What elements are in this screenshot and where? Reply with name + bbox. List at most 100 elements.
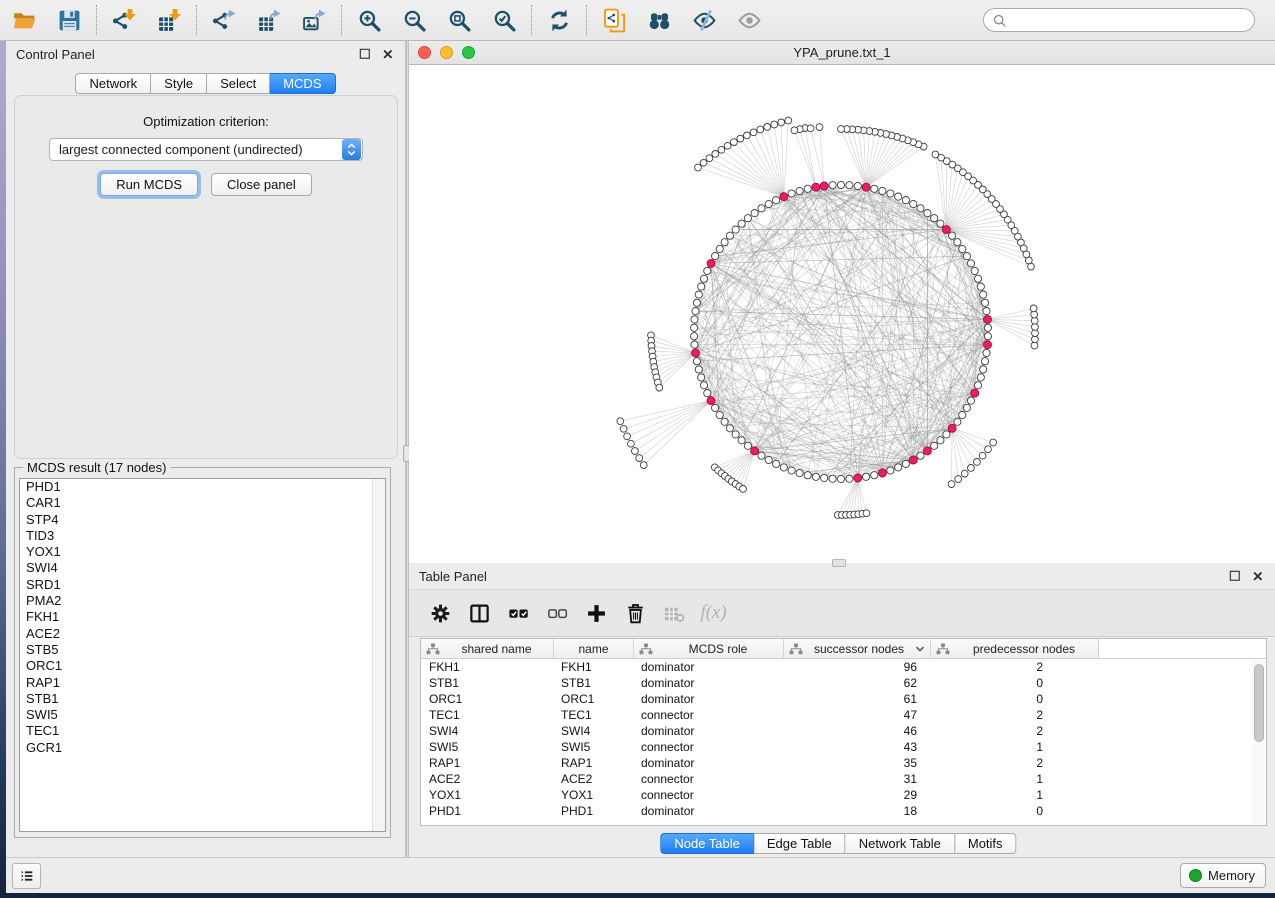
table-row[interactable]: PHD1PHD1dominator180 — [421, 803, 1266, 819]
float-table-panel-icon[interactable] — [1228, 569, 1242, 583]
network-node[interactable] — [636, 455, 643, 462]
network-node[interactable] — [716, 411, 723, 418]
network-node[interactable] — [954, 418, 961, 425]
network-node[interactable] — [712, 404, 719, 411]
mcds-node-item[interactable]: YOX1 — [20, 544, 385, 560]
network-node[interactable] — [740, 486, 747, 493]
memory-button[interactable]: Memory — [1180, 863, 1266, 888]
network-node[interactable] — [640, 462, 647, 469]
tab-node-table[interactable]: Node Table — [660, 833, 754, 854]
column-header-successor-nodes[interactable]: successor nodes — [784, 639, 931, 659]
float-panel-icon[interactable] — [358, 47, 372, 61]
table-cell[interactable]: 0 — [931, 692, 1099, 706]
network-node[interactable] — [704, 390, 711, 397]
table-cell[interactable]: 2 — [931, 708, 1099, 722]
table-cell[interactable]: connector — [634, 788, 784, 802]
mcds-node-item[interactable]: ORC1 — [20, 658, 385, 674]
zoom-window-icon[interactable] — [462, 46, 475, 59]
table-cell[interactable]: PHD1 — [421, 804, 554, 818]
table-cell[interactable]: 1 — [931, 788, 1099, 802]
table-cell[interactable]: ORC1 — [554, 692, 634, 706]
column-header-predecessor-nodes[interactable]: predecessor nodes — [931, 639, 1099, 659]
export-image-button[interactable] — [300, 6, 328, 34]
network-node[interactable] — [902, 197, 909, 204]
network-node[interactable] — [807, 125, 814, 132]
mcds-node-item[interactable]: SWI4 — [20, 560, 385, 576]
add-column-button[interactable] — [584, 601, 609, 626]
network-node[interactable] — [983, 308, 990, 315]
table-cell[interactable]: 0 — [931, 676, 1099, 690]
network-node[interactable] — [698, 283, 705, 290]
network-node[interactable] — [949, 232, 956, 239]
network-node[interactable] — [974, 459, 981, 466]
network-node[interactable] — [1030, 305, 1037, 312]
open-folder-button[interactable] — [10, 6, 38, 34]
close-window-icon[interactable] — [418, 46, 431, 59]
mcds-node[interactable] — [751, 447, 759, 455]
network-node[interactable] — [796, 469, 803, 476]
network-node[interactable] — [932, 151, 939, 158]
mcds-node-item[interactable]: FKH1 — [20, 609, 385, 625]
network-node[interactable] — [804, 185, 811, 192]
network-node[interactable] — [744, 442, 751, 449]
table-cell[interactable]: connector — [634, 772, 784, 786]
mcds-node-item[interactable]: SRD1 — [20, 577, 385, 593]
mcds-node[interactable] — [820, 182, 828, 190]
table-cell[interactable]: 31 — [784, 772, 931, 786]
network-node[interactable] — [924, 210, 931, 217]
mcds-node[interactable] — [707, 259, 715, 267]
close-panel-icon[interactable] — [381, 47, 395, 61]
hide-eye-button[interactable] — [690, 6, 718, 34]
network-canvas[interactable] — [409, 65, 1275, 562]
network-node[interactable] — [846, 182, 853, 189]
network-node[interactable] — [887, 467, 894, 474]
table-cell[interactable]: SWI4 — [421, 724, 554, 738]
mcds-node[interactable] — [984, 315, 992, 323]
table-cell[interactable]: 2 — [931, 660, 1099, 674]
table-cell[interactable]: 1 — [931, 772, 1099, 786]
network-graph[interactable] — [409, 65, 1275, 562]
network-node[interactable] — [937, 437, 944, 444]
network-node[interactable] — [632, 448, 639, 455]
mcds-list-scrollbar[interactable] — [372, 479, 385, 831]
network-node[interactable] — [879, 187, 886, 194]
delete-table-button[interactable] — [662, 601, 687, 626]
table-cell[interactable]: dominator — [634, 676, 784, 690]
binoculars-button[interactable] — [645, 6, 673, 34]
table-row[interactable]: RAP1RAP1dominator352 — [421, 755, 1266, 771]
network-node[interactable] — [902, 460, 909, 467]
settings-button[interactable] — [428, 601, 453, 626]
import-table-button[interactable] — [155, 6, 183, 34]
tab-select[interactable]: Select — [207, 73, 270, 94]
table-cell[interactable]: TEC1 — [554, 708, 634, 722]
network-node[interactable] — [977, 374, 984, 381]
network-node[interactable] — [910, 200, 917, 207]
network-node[interactable] — [691, 316, 698, 323]
network-node[interactable] — [721, 239, 728, 246]
table-cell[interactable]: 61 — [784, 692, 931, 706]
mcds-node[interactable] — [854, 474, 862, 482]
column-header-mcds-role[interactable]: MCDS role — [634, 639, 784, 659]
table-cell[interactable]: 96 — [784, 660, 931, 674]
network-node[interactable] — [700, 159, 707, 166]
network-node[interactable] — [963, 253, 970, 260]
refresh-layout-button[interactable] — [545, 6, 573, 34]
mcds-node-item[interactable]: STB5 — [20, 642, 385, 658]
zoom-selected-button[interactable] — [490, 6, 518, 34]
network-node[interactable] — [838, 126, 845, 133]
mcds-node[interactable] — [780, 193, 788, 201]
network-node[interactable] — [937, 220, 944, 227]
delete-column-button[interactable] — [623, 601, 648, 626]
table-cell[interactable]: STB1 — [554, 676, 634, 690]
mcds-result-list[interactable]: PHD1CAR1STP4TID3YOX1SWI4SRD1PMA2FKH1ACE2… — [19, 478, 386, 832]
table-row[interactable]: SWI5SWI5connector431 — [421, 739, 1266, 755]
task-history-button[interactable] — [12, 863, 41, 889]
table-cell[interactable]: 47 — [784, 708, 931, 722]
tab-motifs[interactable]: Motifs — [955, 833, 1017, 854]
table-cell[interactable]: RAP1 — [421, 756, 554, 770]
network-node[interactable] — [895, 193, 902, 200]
zoom-in-button[interactable] — [355, 6, 383, 34]
zoom-fit-button[interactable] — [445, 6, 473, 34]
network-node[interactable] — [977, 283, 984, 290]
network-node[interactable] — [837, 475, 844, 482]
